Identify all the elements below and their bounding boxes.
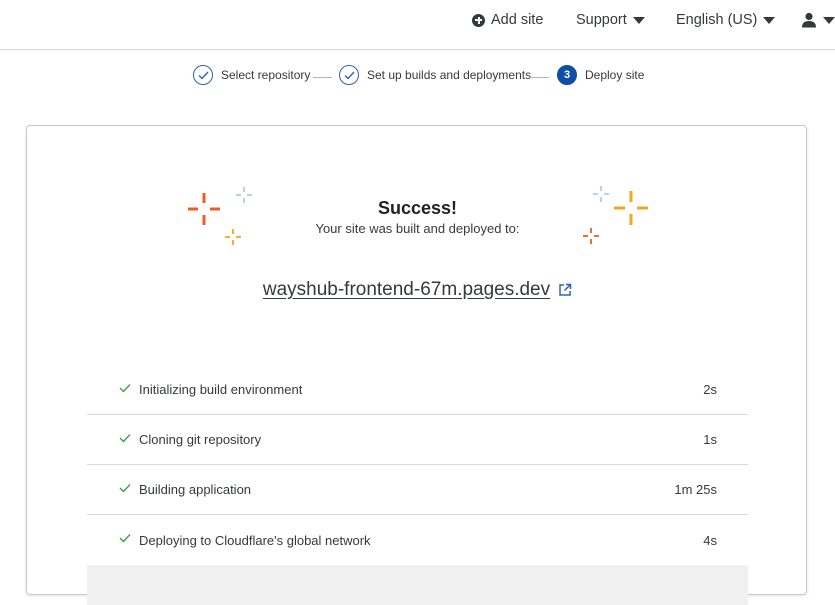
build-step-row[interactable]: Cloning git repository 1s <box>87 415 748 465</box>
chevron-down-icon <box>763 16 776 24</box>
user-menu[interactable] <box>801 0 835 40</box>
add-site-button[interactable]: Add site <box>472 0 543 40</box>
check-icon <box>119 484 131 493</box>
step-label: Deploy site <box>585 68 645 82</box>
check-icon <box>119 534 131 543</box>
build-step-label: Cloning git repository <box>139 432 262 447</box>
build-step-duration: 1m 25s <box>674 482 717 497</box>
deploy-result-card: Success! Your site was built and deploye… <box>26 125 808 605</box>
check-icon <box>119 384 131 393</box>
success-title: Success! <box>377 198 458 218</box>
top-nav: Add site Support English (US) <box>0 0 835 50</box>
build-step-row[interactable]: Building application 1m 25s <box>87 465 748 515</box>
build-step-label: Building application <box>139 482 252 497</box>
build-step-row[interactable]: Deploying to Cloudflare's global network… <box>87 515 748 565</box>
step-number-badge: 3 <box>557 65 577 85</box>
step-divider <box>530 77 549 78</box>
build-step-row[interactable]: Initializing build environment 2s <box>87 365 748 415</box>
build-step-duration: 1s <box>703 432 717 447</box>
step-setup-builds[interactable]: Set up builds and deployments <box>339 65 531 85</box>
chevron-down-icon <box>823 16 835 24</box>
build-step-label: Initializing build environment <box>139 382 303 397</box>
site-url-link[interactable]: wayshub-frontend-67m.pages.dev <box>263 279 550 301</box>
step-complete-check-icon <box>193 65 213 85</box>
add-site-label: Add site <box>491 12 544 28</box>
success-subtitle: Your site was built and deployed to: <box>315 221 520 236</box>
build-step-duration: 2s <box>703 382 717 397</box>
build-log-panel <box>87 565 748 605</box>
support-menu[interactable]: Support <box>576 0 645 40</box>
check-icon <box>119 434 131 443</box>
step-complete-check-icon <box>339 65 359 85</box>
support-label: Support <box>576 12 627 28</box>
user-icon <box>802 12 816 28</box>
step-label: Select repository <box>221 68 311 82</box>
external-link-icon[interactable] <box>558 283 572 297</box>
step-divider <box>313 77 332 78</box>
step-label: Set up builds and deployments <box>367 68 532 82</box>
step-select-repository[interactable]: Select repository <box>193 65 310 85</box>
progress-stepper: Select repository Set up builds and depl… <box>0 65 835 89</box>
build-step-label: Deploying to Cloudflare's global network <box>139 532 371 548</box>
language-menu[interactable]: English (US) <box>676 0 776 40</box>
chevron-down-icon <box>632 16 645 24</box>
build-step-duration: 4s <box>703 532 717 548</box>
build-steps-list: Initializing build environment 2s Clonin… <box>87 365 748 565</box>
site-url-link-row: wayshub-frontend-67m.pages.dev <box>27 279 808 301</box>
language-label: English (US) <box>676 12 758 28</box>
step-deploy-site: 3 Deploy site <box>557 65 644 85</box>
plus-circle-icon <box>472 13 485 27</box>
